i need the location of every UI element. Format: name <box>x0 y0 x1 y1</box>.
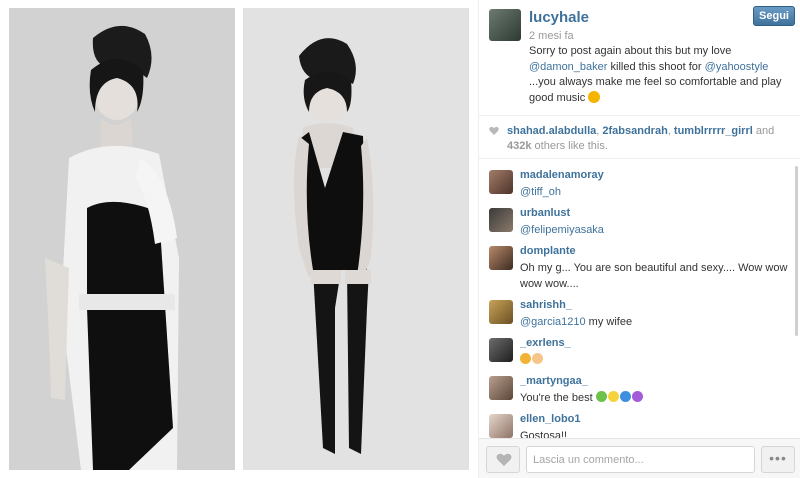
commenter-username[interactable]: domplante <box>520 245 576 257</box>
comment-text: @tiff_oh <box>520 184 790 200</box>
likes-suffix: others like this. <box>531 140 608 152</box>
commenter-username[interactable]: sahrishh_ <box>520 299 572 311</box>
comment-mention[interactable]: @tiff_oh <box>520 186 561 198</box>
commenter-avatar[interactable] <box>489 300 513 324</box>
commenter-avatar[interactable] <box>489 376 513 400</box>
heart-icon <box>496 453 512 466</box>
blue-heart-emoji-icon <box>619 391 631 402</box>
comment-text: Gostosa!! <box>520 430 568 438</box>
likes-text: shahad.alabdulla, 2fabsandrah, tumblrrrr… <box>507 124 793 154</box>
comment-text: @garcia1210 my wifee <box>520 314 790 330</box>
heart-icon <box>489 126 499 135</box>
like-button[interactable] <box>486 446 520 473</box>
commenter-username[interactable]: ellen_lobo1 <box>520 413 581 425</box>
post-header: lucyhale Segui 2 mesi fa Sorry to post a… <box>479 0 800 116</box>
comment-text: You're the best <box>520 390 790 406</box>
likes-summary: shahad.alabdulla, 2fabsandrah, tumblrrrr… <box>479 117 800 159</box>
comments-scrollbar[interactable] <box>795 166 798 336</box>
commenter-avatar[interactable] <box>489 246 513 270</box>
yellow-heart-emoji-icon <box>607 391 619 402</box>
comment-footer: ••• <box>479 438 800 478</box>
portrait-illustration-left <box>9 8 235 470</box>
thumbs-up-emoji-icon <box>520 353 531 364</box>
caption-text: Sorry to post again about this but my lo… <box>529 45 732 57</box>
comment-text: @felipemiyasaka <box>520 222 790 238</box>
post-side-panel: lucyhale Segui 2 mesi fa Sorry to post a… <box>478 0 800 478</box>
comment-body: You're the best <box>520 392 596 404</box>
commenter-username[interactable]: _martyngaa_ <box>520 375 588 387</box>
photo-panel-right <box>243 8 469 470</box>
caption-text: ...you always make me feel so comfortabl… <box>529 76 782 104</box>
commenter-username[interactable]: _exrlens_ <box>520 337 571 349</box>
comment-mention[interactable]: @garcia1210 <box>520 316 586 328</box>
comment-list[interactable]: madalenamoray @tiff_oh urbanlust @felipe… <box>479 160 800 438</box>
caption-text: killed this shoot for <box>607 60 705 73</box>
post-time: 2 mesi fa <box>529 30 574 42</box>
commenter-avatar[interactable] <box>489 170 513 194</box>
author-avatar[interactable] <box>489 9 521 41</box>
grinning-face-emoji-icon <box>588 90 601 103</box>
post-photo[interactable] <box>0 0 478 478</box>
commenter-avatar[interactable] <box>489 414 513 438</box>
green-heart-emoji-icon <box>595 391 607 402</box>
purple-heart-emoji-icon <box>631 391 643 402</box>
follow-button[interactable]: Segui <box>753 6 795 26</box>
photo-panel-left <box>9 8 235 470</box>
comment-input[interactable] <box>526 446 755 473</box>
commenter-username[interactable]: madalenamoray <box>520 169 604 181</box>
caption-mention[interactable]: @yahoostyle <box>705 61 769 73</box>
likes-count: 432k <box>507 140 532 152</box>
commenter-username[interactable]: urbanlust <box>520 207 570 219</box>
liker-username[interactable]: tumblrrrrr_girrl <box>674 125 753 137</box>
post-caption: Sorry to post again about this but my lo… <box>529 44 791 106</box>
liker-username[interactable]: shahad.alabdulla <box>507 125 596 137</box>
liker-username[interactable]: 2fabsandrah <box>602 125 667 137</box>
portrait-illustration-right <box>243 8 469 470</box>
author-username[interactable]: lucyhale <box>529 9 589 26</box>
caption-mention[interactable]: @damon_baker <box>529 61 607 73</box>
more-options-button[interactable]: ••• <box>761 446 795 473</box>
likes-and: and <box>752 125 775 137</box>
comment-text: Oh my g... You are son beautiful and sex… <box>520 262 788 290</box>
comment-body: my wifee <box>585 316 633 328</box>
comment-text <box>520 352 790 368</box>
comment-mention[interactable]: @felipemiyasaka <box>520 224 604 236</box>
commenter-avatar[interactable] <box>489 208 513 232</box>
ok-hand-emoji-icon <box>532 353 543 364</box>
commenter-avatar[interactable] <box>489 338 513 362</box>
